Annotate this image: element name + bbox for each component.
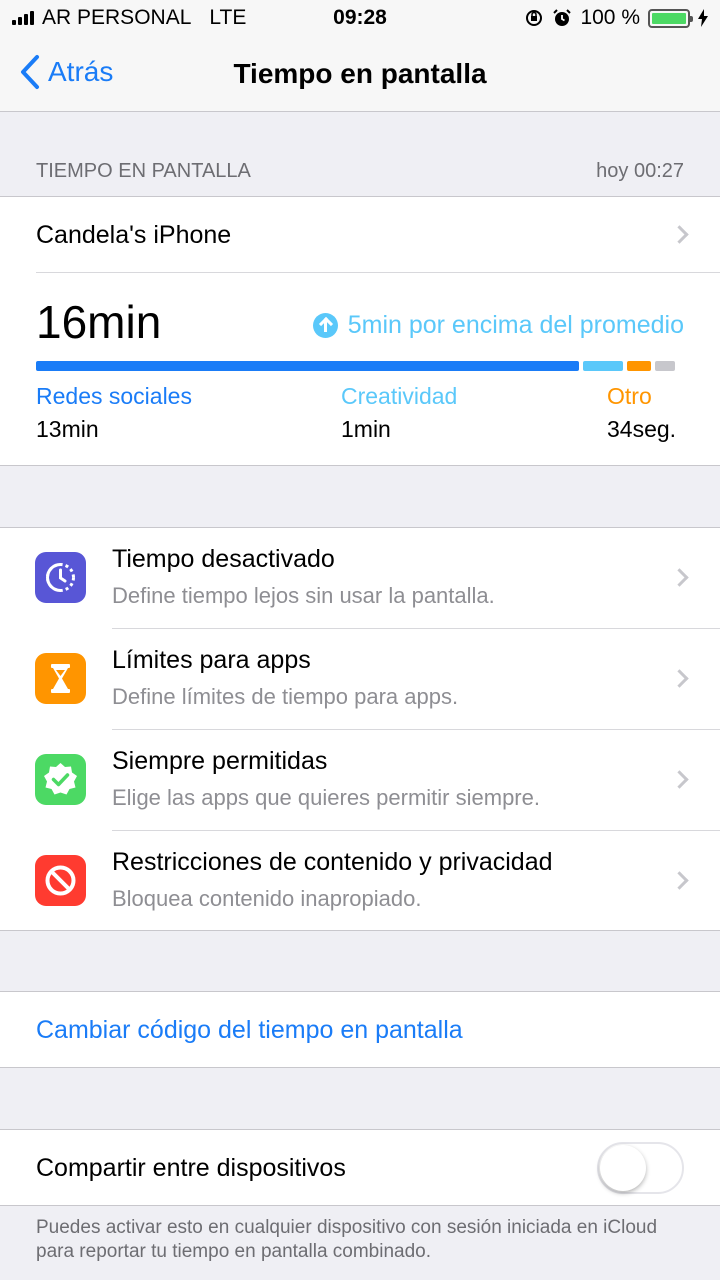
usage-bar [36,361,684,371]
average-comparison: 5min por encima del promedio [312,311,684,340]
battery-icon [648,8,693,28]
feature-title: Restricciones de contenido y privacidad [112,848,553,876]
category-other: Otro 34seg. [607,383,676,443]
change-passcode-button[interactable]: Cambiar código del tiempo en pantalla [36,1016,463,1045]
feature-subtitle: Define tiempo lejos sin usar la pantalla… [112,583,495,608]
usage-bar-remaining [654,361,676,371]
share-devices-row: Compartir entre dispositivos [0,1129,720,1206]
section-header-time: hoy 00:27 [596,160,684,182]
feature-subtitle: Elige las apps que quieres permitir siem… [112,785,540,810]
category-label: Otro [607,383,652,409]
battery-percent: 100 % [580,6,640,29]
charging-bolt-icon [698,9,708,27]
chevron-right-icon [670,568,689,587]
category-label: Redes sociales [36,383,192,409]
divider [36,272,720,273]
section-header: TIEMPO EN PANTALLA hoy 00:27 [36,160,684,183]
feature-content-restrictions[interactable]: Restricciones de contenido y privacidad … [0,831,720,931]
checkmark-badge-icon [35,754,86,805]
hourglass-icon [35,653,86,704]
status-bar: AR PERSONAL LTE 09:28 100 % [0,0,720,36]
alarm-icon [553,9,572,26]
usage-bar-other [627,361,651,371]
share-devices-toggle[interactable] [597,1142,684,1194]
share-devices-footer: Puedes activar esto en cualquier disposi… [36,1217,658,1262]
total-screen-time: 16min [36,296,162,348]
toggle-knob [600,1145,646,1191]
device-row[interactable]: Candela's iPhone [0,197,720,272]
category-value: 1min [341,416,391,442]
usage-bar-social [36,361,579,371]
section-header-title: TIEMPO EN PANTALLA [36,160,251,182]
chevron-right-icon [670,871,689,890]
signal-strength-icon [12,11,34,25]
change-passcode-row: Cambiar código del tiempo en pantalla [0,991,720,1068]
navigation-bar: Atrás Tiempo en pantalla [0,36,720,112]
features-list: Tiempo desactivado Define tiempo lejos s… [0,527,720,931]
chevron-right-icon [670,225,689,244]
feature-always-allowed[interactable]: Siempre permitidas Elige las apps que qu… [0,730,720,830]
feature-subtitle: Define límites de tiempo para apps. [112,684,459,709]
share-devices-label: Compartir entre dispositivos [36,1154,346,1182]
network-type: LTE [209,6,247,29]
feature-downtime[interactable]: Tiempo desactivado Define tiempo lejos s… [0,528,720,628]
chevron-right-icon [670,669,689,688]
no-entry-icon [35,855,86,906]
rotation-lock-icon [526,10,543,26]
page-title: Tiempo en pantalla [233,58,487,89]
usage-bar-creativity [582,361,624,371]
category-social: Redes sociales 13min [36,383,192,443]
downtime-icon [35,552,86,603]
chevron-right-icon [670,770,689,789]
feature-subtitle: Bloquea contenido inapropiado. [112,886,422,911]
feature-title: Tiempo desactivado [112,545,335,573]
feature-app-limits[interactable]: Límites para apps Define límites de tiem… [0,629,720,729]
category-value: 34seg. [607,416,677,442]
feature-title: Límites para apps [112,646,311,674]
category-value: 13min [36,416,99,442]
usage-card: Candela's iPhone 16min 5min por encima d… [0,196,720,466]
device-name: Candela's iPhone [36,221,232,249]
category-label: Creatividad [341,383,458,409]
category-creativity: Creatividad 1min [341,383,457,443]
arrow-up-circle-icon [312,313,338,338]
average-note: 5min por encima del promedio [347,311,684,339]
carrier-name: AR PERSONAL [42,6,192,29]
feature-title: Siempre permitidas [112,747,328,775]
